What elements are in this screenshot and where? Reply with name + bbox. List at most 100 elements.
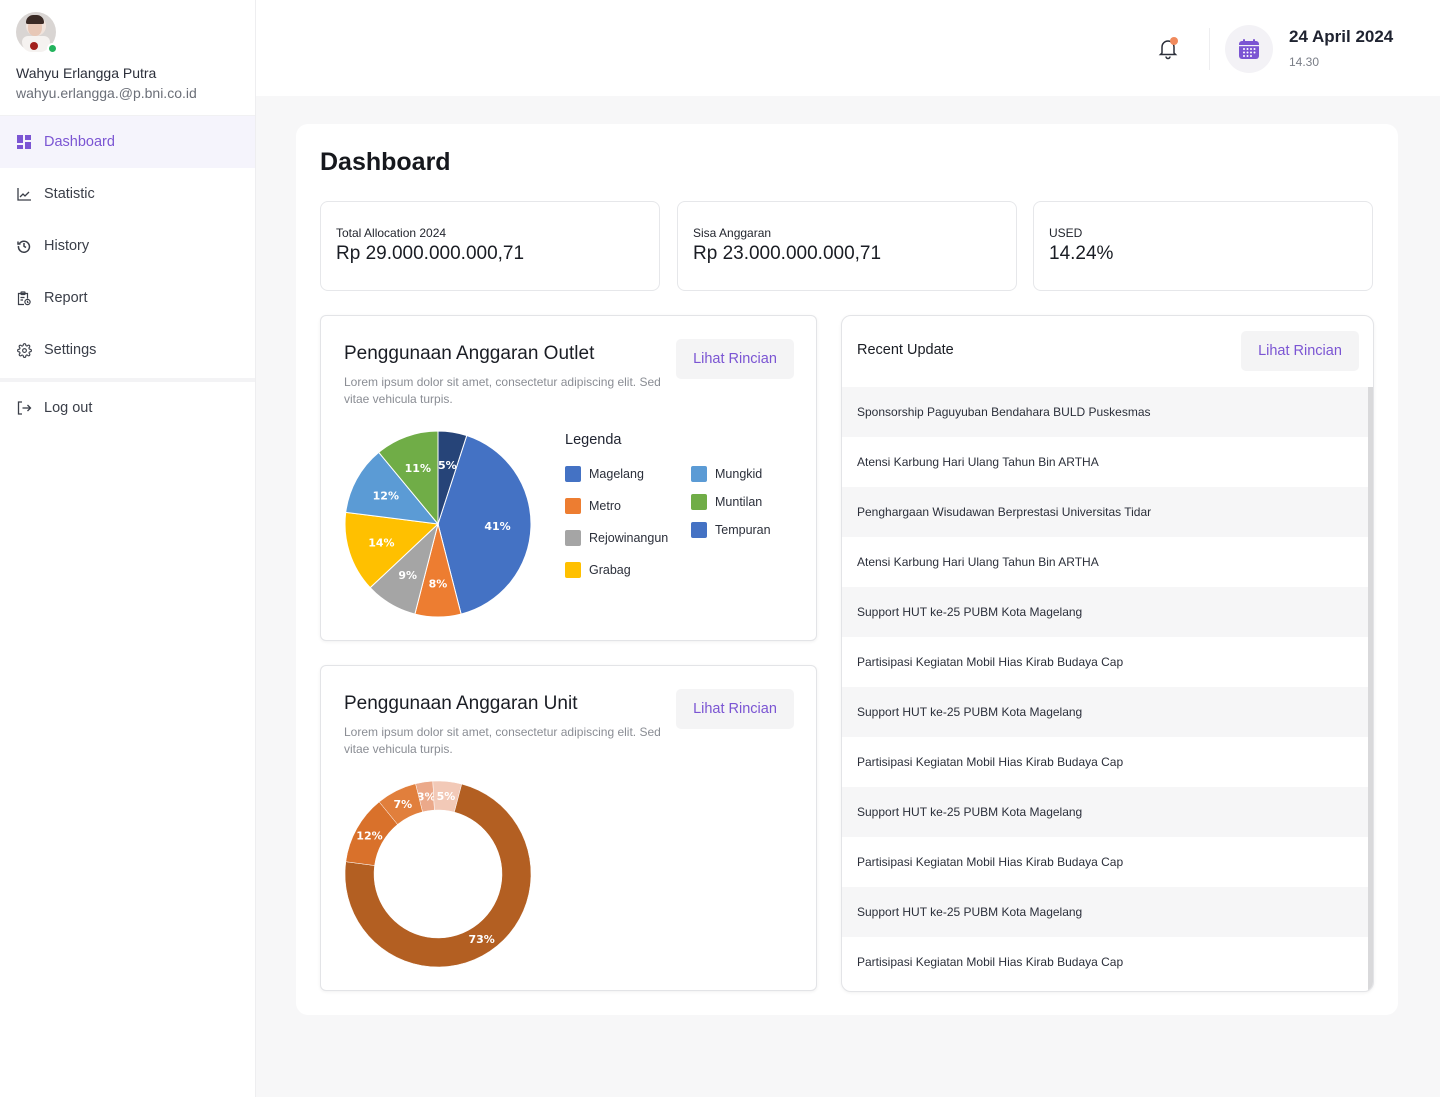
outlet-pie-chart: 41% 8% 9% 14% 12% 11% 5% bbox=[344, 430, 532, 618]
slice-label: 7% bbox=[394, 798, 413, 811]
legend-swatch bbox=[691, 466, 707, 482]
legend-item: Magelang bbox=[565, 466, 644, 482]
sidebar-item-report[interactable]: Report bbox=[0, 272, 255, 324]
legend-item: Grabag bbox=[565, 562, 631, 578]
avatar-flower bbox=[30, 42, 38, 50]
legend-item: Metro bbox=[565, 498, 621, 514]
recent-update-item[interactable]: Penghargaan Wisudawan Berprestasi Univer… bbox=[842, 487, 1368, 537]
user-email: wahyu.erlangga.@p.bni.co.id bbox=[16, 85, 197, 101]
logout-icon bbox=[16, 400, 32, 416]
avatar[interactable] bbox=[16, 12, 58, 54]
legend-label: Mungkid bbox=[715, 467, 763, 481]
current-time: 14.30 bbox=[1289, 55, 1320, 69]
card-title: Penggunaan Anggaran Unit bbox=[344, 693, 578, 714]
recent-update-item[interactable]: Atensi Karbung Hari Ulang Tahun Bin ARTH… bbox=[842, 537, 1368, 587]
slice-label: 41% bbox=[484, 520, 510, 533]
sidebar-item-history[interactable]: History bbox=[0, 220, 255, 272]
legend-swatch bbox=[691, 522, 707, 538]
page-title: Dashboard bbox=[320, 148, 451, 176]
recent-update-item[interactable]: Partisipasi Kegiatan Mobil Hias Kirab Bu… bbox=[842, 737, 1368, 787]
slice-label: 14% bbox=[368, 536, 394, 549]
recent-update-detail-button[interactable]: Lihat Rincian bbox=[1241, 331, 1359, 371]
stat-card-total-allocation: Total Allocation 2024 Rp 29.000.000.000,… bbox=[320, 201, 660, 291]
stat-label: Sisa Anggaran bbox=[693, 226, 772, 240]
legend-label: Grabag bbox=[589, 563, 631, 577]
current-date: 24 April 2024 bbox=[1289, 27, 1394, 46]
logout-label: Log out bbox=[44, 400, 93, 416]
sidebar-item-label: Settings bbox=[44, 342, 97, 358]
dashboard-panel: Dashboard Total Allocation 2024 Rp 29.00… bbox=[296, 124, 1398, 1015]
top-bar: 24 April 2024 14.30 bbox=[256, 0, 1440, 96]
gear-icon bbox=[16, 342, 32, 358]
stat-value: Rp 29.000.000.000,71 bbox=[336, 243, 525, 264]
card-description: Lorem ipsum dolor sit amet, consectetur … bbox=[344, 725, 661, 756]
stat-label: Total Allocation 2024 bbox=[336, 226, 447, 240]
avatar-hair bbox=[26, 15, 44, 24]
sidebar-item-label: Report bbox=[44, 290, 88, 306]
sidebar-item-label: Dashboard bbox=[44, 134, 115, 150]
recent-update-list: Sponsorship Paguyuban Bendahara BULD Pus… bbox=[842, 387, 1368, 987]
legend-swatch bbox=[565, 530, 581, 546]
recent-update-item[interactable]: Partisipasi Kegiatan Mobil Hias Kirab Bu… bbox=[842, 837, 1368, 887]
online-status-indicator bbox=[47, 43, 58, 54]
slice-label: 9% bbox=[398, 569, 417, 582]
slice-label: 11% bbox=[405, 462, 431, 475]
legend-swatch bbox=[565, 466, 581, 482]
user-profile: Wahyu Erlangga Putra wahyu.erlangga.@p.b… bbox=[0, 0, 255, 116]
stat-value: Rp 23.000.000.000,71 bbox=[693, 243, 882, 264]
calendar-badge bbox=[1225, 25, 1273, 73]
sidebar-item-dashboard[interactable]: Dashboard bbox=[0, 116, 255, 168]
recent-update-item[interactable]: Sponsorship Paguyuban Bendahara BULD Pus… bbox=[842, 387, 1368, 437]
legend-item: Muntilan bbox=[691, 494, 762, 510]
slice-label: 73% bbox=[468, 933, 494, 946]
legend-label: Muntilan bbox=[715, 495, 763, 509]
sidebar-item-statistic[interactable]: Statistic bbox=[0, 168, 255, 220]
unit-budget-card: Penggunaan Anggaran Unit Lorem ipsum dol… bbox=[320, 665, 817, 991]
report-icon bbox=[16, 290, 32, 306]
recent-update-card: Recent Update Lihat Rincian Sponsorship … bbox=[841, 315, 1374, 992]
recent-update-title: Recent Update bbox=[857, 342, 954, 358]
recent-update-item[interactable]: Atensi Karbung Hari Ulang Tahun Bin ARTH… bbox=[842, 437, 1368, 487]
topbar-divider bbox=[1209, 28, 1210, 70]
stat-card-sisa-anggaran: Sisa Anggaran Rp 23.000.000.000,71 bbox=[677, 201, 1017, 291]
sidebar-nav: Dashboard Statistic History Report Setti… bbox=[0, 116, 255, 434]
dashboard-icon bbox=[16, 134, 32, 150]
stat-value: 14.24% bbox=[1049, 243, 1114, 264]
logout-button[interactable]: Log out bbox=[0, 382, 255, 434]
recent-update-item[interactable]: Support HUT ke-25 PUBM Kota Magelang bbox=[842, 687, 1368, 737]
recent-update-item[interactable]: Support HUT ke-25 PUBM Kota Magelang bbox=[842, 787, 1368, 837]
slice-label: 12% bbox=[356, 830, 382, 843]
unit-donut-chart: 3% 5%73%12%7% bbox=[344, 780, 532, 968]
legend-swatch bbox=[565, 498, 581, 514]
legend-label: Tempuran bbox=[715, 523, 771, 537]
legend-title: Legenda bbox=[565, 432, 622, 448]
card-description: Lorem ipsum dolor sit amet, consectetur … bbox=[344, 375, 661, 406]
recent-update-item[interactable]: Support HUT ke-25 PUBM Kota Magelang bbox=[842, 587, 1368, 637]
legend-swatch bbox=[565, 562, 581, 578]
slice-label: 5% bbox=[438, 459, 457, 472]
legend-label: Magelang bbox=[589, 467, 644, 481]
card-title: Penggunaan Anggaran Outlet bbox=[344, 343, 595, 364]
outlet-detail-button[interactable]: Lihat Rincian bbox=[676, 339, 794, 379]
calendar-icon bbox=[1239, 39, 1259, 59]
chart-line-icon bbox=[16, 186, 32, 202]
slice-label: 12% bbox=[373, 489, 399, 502]
legend-label: Metro bbox=[589, 499, 621, 513]
sidebar-item-settings[interactable]: Settings bbox=[0, 324, 255, 376]
legend-item: Mungkid bbox=[691, 466, 762, 482]
recent-update-item[interactable]: Support HUT ke-25 PUBM Kota Magelang bbox=[842, 887, 1368, 937]
recent-update-item[interactable]: Partisipasi Kegiatan Mobil Hias Kirab Bu… bbox=[842, 937, 1368, 987]
history-icon bbox=[16, 238, 32, 254]
legend-swatch bbox=[691, 494, 707, 510]
stat-label: USED bbox=[1049, 226, 1083, 240]
unit-detail-button[interactable]: Lihat Rincian bbox=[676, 689, 794, 729]
legend-label: Rejowinangun bbox=[589, 531, 669, 545]
recent-update-scrollbar[interactable] bbox=[1368, 387, 1373, 991]
notification-button[interactable] bbox=[1156, 36, 1180, 60]
user-name: Wahyu Erlangga Putra bbox=[16, 65, 157, 81]
recent-update-item[interactable]: Partisipasi Kegiatan Mobil Hias Kirab Bu… bbox=[842, 637, 1368, 687]
sidebar-item-label: Statistic bbox=[44, 186, 95, 202]
sidebar: Wahyu Erlangga Putra wahyu.erlangga.@p.b… bbox=[0, 0, 256, 1097]
legend-item: Tempuran bbox=[691, 522, 771, 538]
slice-label: 8% bbox=[429, 578, 448, 591]
